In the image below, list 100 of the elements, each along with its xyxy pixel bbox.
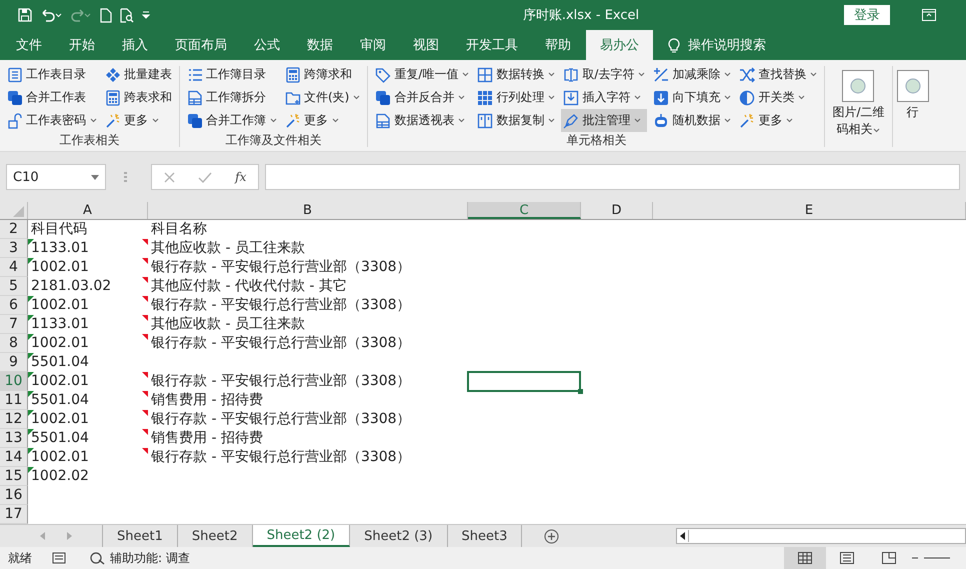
ribbon-button[interactable]: 文件(夹) [283, 86, 362, 109]
row-header[interactable]: 14 [0, 448, 28, 467]
check-icon[interactable] [198, 172, 212, 182]
ribbon-tab[interactable]: 页面布局 [163, 30, 239, 60]
ribbon-button[interactable]: 工作簿目录 [185, 63, 279, 86]
ribbon-button[interactable]: 更多 [283, 109, 362, 132]
table-cell: 1002.01 [31, 297, 89, 313]
ribbon-button[interactable]: 查找替换 [737, 63, 820, 86]
ribbon-button[interactable]: 合并反合并 [373, 86, 472, 109]
ribbon-button[interactable]: 跨表求和 [103, 86, 174, 109]
print-preview-icon[interactable] [120, 8, 134, 22]
ribbon-tab[interactable]: 文件 [4, 30, 54, 60]
table-cell: 销售费用 - 招待费 [151, 392, 263, 408]
add-sheet-icon[interactable] [544, 528, 560, 544]
ribbon-button[interactable]: 跨簿求和 [283, 63, 362, 86]
ribbon-tab[interactable]: 视图 [401, 30, 451, 60]
half-circle-icon [739, 90, 756, 106]
column-header[interactable]: C [468, 202, 581, 219]
table-cell: 科目代码 [31, 221, 87, 237]
ribbon-display-icon[interactable] [922, 9, 936, 21]
group-label: 工作簿及文件相关 [226, 132, 322, 149]
table-cell: 销售费用 - 招待费 [151, 430, 263, 446]
row-header[interactable]: 3 [0, 239, 28, 258]
table-cell: 1133.01 [31, 316, 89, 332]
row-header[interactable]: 5 [0, 277, 28, 296]
new-document-icon[interactable] [100, 8, 112, 22]
ribbon-button[interactable]: 工作表密码 [5, 109, 99, 132]
ribbon-button[interactable]: 开关类 [737, 86, 820, 109]
status-text: 就绪 [8, 550, 32, 566]
row-header[interactable]: 10 [0, 372, 28, 391]
calculator-icon [105, 90, 121, 106]
sign-in-button[interactable]: 登录 [844, 5, 890, 25]
ribbon-tab[interactable]: 数据 [295, 30, 345, 60]
row-header[interactable]: 4 [0, 258, 28, 277]
ribbon-button[interactable]: 插入字符 [561, 86, 648, 109]
macro-record-icon[interactable] [52, 552, 66, 564]
table-cell: 其他应收款 - 员工往来款 [151, 316, 305, 332]
ribbon-button[interactable]: 合并工作表 [5, 86, 99, 109]
ribbon-tab[interactable]: 易办公 [586, 30, 653, 60]
picture-frame-icon [896, 70, 929, 102]
save-icon[interactable] [18, 8, 32, 22]
accessibility-icon[interactable] [90, 551, 106, 565]
ribbon-tab[interactable]: 公式 [242, 30, 292, 60]
ribbon-button[interactable]: 合并工作簿 [185, 109, 279, 132]
diamond-icon [105, 66, 121, 82]
columns-icon [477, 112, 494, 128]
ribbon-button[interactable]: 随机数据 [651, 109, 734, 132]
column-header[interactable]: E [653, 202, 966, 219]
insert-box-icon [563, 90, 580, 106]
ribbon-large-button[interactable]: 图片/二维 码相关 [830, 68, 887, 138]
row-header[interactable]: 2 [0, 220, 28, 239]
row-header[interactable]: 15 [0, 467, 28, 486]
ribbon-tab[interactable]: 审阅 [348, 30, 398, 60]
row-header[interactable]: 6 [0, 296, 28, 315]
ribbon-button[interactable]: 更多 [737, 109, 820, 132]
selected-cell[interactable] [467, 371, 581, 392]
ribbon-tab[interactable]: 开始 [57, 30, 107, 60]
row-header[interactable]: 16 [0, 486, 28, 505]
ribbon-button[interactable]: 重复/唯一值 [373, 63, 472, 86]
ribbon-large-button[interactable]: 行 [894, 68, 931, 121]
ribbon-button[interactable]: 数据透视表 [373, 109, 472, 132]
row-header[interactable]: 9 [0, 353, 28, 372]
name-box[interactable]: C10 [6, 164, 106, 190]
row-header[interactable]: 8 [0, 334, 28, 353]
ribbon-button[interactable]: 更多 [103, 109, 174, 132]
tell-me-search[interactable]: 操作说明搜索 [688, 36, 766, 54]
ribbon-button[interactable]: 取/去字符 [561, 63, 648, 86]
row-header[interactable]: 12 [0, 410, 28, 429]
ribbon-button[interactable]: 加减乘除 [651, 63, 734, 86]
ribbon-button[interactable]: 数据转换 [475, 63, 558, 86]
row-header[interactable]: 17 [0, 505, 28, 524]
fill-handle-icon[interactable] [578, 389, 583, 394]
ribbon-button[interactable]: 数据复制 [475, 109, 558, 132]
padlock-icon [7, 112, 23, 128]
sheet-tab[interactable]: Sheet2 (2) [252, 525, 350, 547]
stacked-squares-icon [7, 90, 23, 106]
ribbon-button[interactable]: 批注管理 [561, 109, 648, 132]
ribbon-tab[interactable]: 开发工具 [454, 30, 530, 60]
ribbon-button[interactable]: 工作表目录 [5, 63, 99, 86]
ribbon-button[interactable]: 批量建表 [103, 63, 174, 86]
ribbon-tab[interactable]: 插入 [110, 30, 160, 60]
table-cell: 5501.04 [31, 392, 89, 408]
column-header[interactable]: A [28, 202, 148, 219]
accessibility-status[interactable]: 辅助功能: 调查 [110, 550, 190, 566]
row-header[interactable]: 13 [0, 429, 28, 448]
ribbon-button[interactable]: 向下填充 [651, 86, 734, 109]
horizontal-scrollbar[interactable] [676, 528, 966, 544]
ribbon-button[interactable]: 行列处理 [475, 86, 558, 109]
table-cell: 1002.01 [31, 411, 89, 427]
row-header[interactable]: 7 [0, 315, 28, 334]
formula-input[interactable] [265, 164, 960, 190]
ribbon-tab[interactable]: 帮助 [533, 30, 583, 60]
row-header[interactable]: 11 [0, 391, 28, 410]
table-cell: 1002.01 [31, 335, 89, 351]
insert-function-button[interactable]: fx [235, 170, 246, 184]
ribbon-button[interactable]: 工作簿拆分 [185, 86, 279, 109]
undo-icon[interactable] [40, 8, 62, 22]
view-button[interactable] [784, 547, 826, 569]
customize-icon[interactable] [142, 11, 150, 19]
column-header[interactable]: D [581, 202, 653, 219]
